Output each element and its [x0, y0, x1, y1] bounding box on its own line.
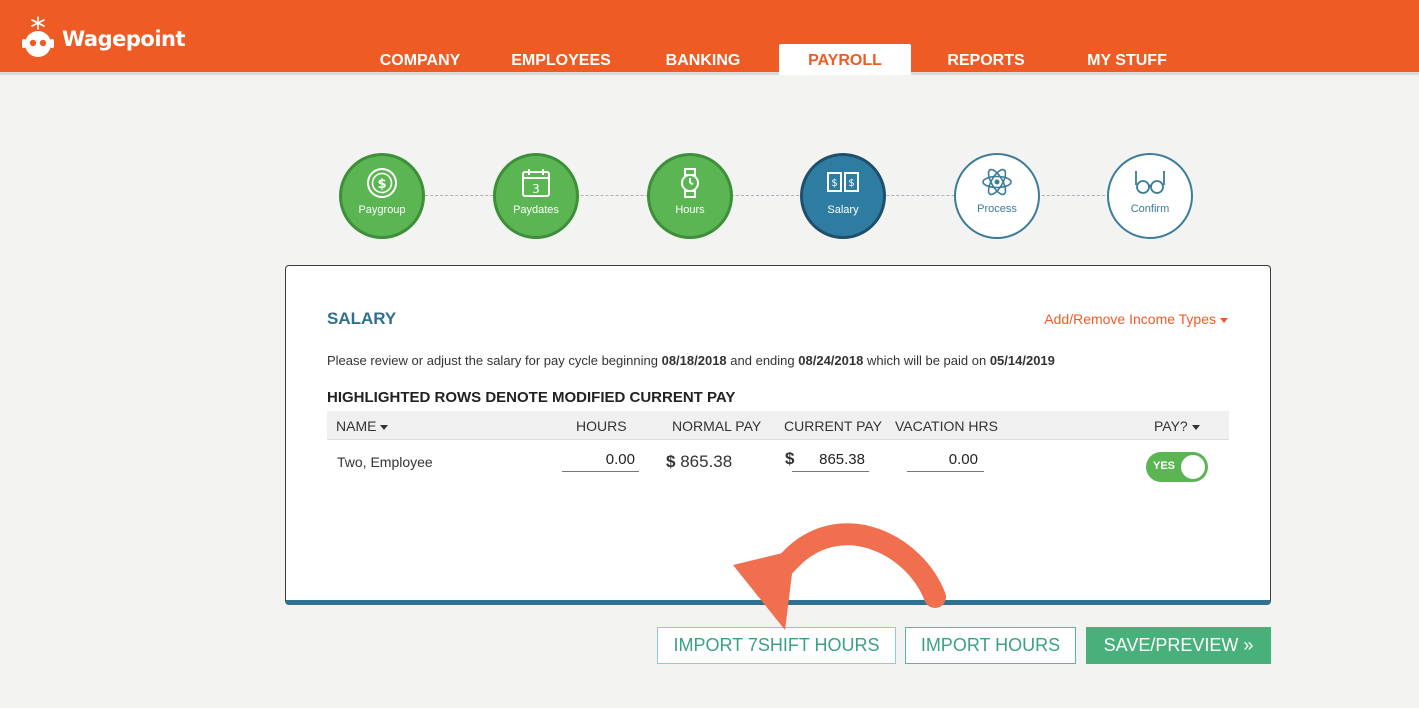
- chevron-down-icon: [1220, 317, 1228, 323]
- toggle-label: YES: [1153, 460, 1176, 472]
- pay-date: 05/14/2019: [989, 353, 1055, 368]
- current-pay-input[interactable]: [792, 448, 869, 472]
- calendar-icon: 3: [519, 166, 553, 200]
- vacation-hrs-input[interactable]: [907, 448, 984, 472]
- col-label: NAME: [336, 418, 377, 434]
- toggle-knob: [1181, 455, 1205, 479]
- table-row: Two, Employee $ 865.38 $ YES: [327, 442, 1229, 484]
- main-nav: COMPANY EMPLOYEES BANKING PAYROLL REPORT…: [0, 0, 1419, 75]
- step-hours[interactable]: Hours: [647, 153, 733, 239]
- col-label: PAY?: [1154, 418, 1188, 434]
- tab-employees[interactable]: EMPLOYEES: [500, 44, 622, 75]
- tab-payroll[interactable]: PAYROLL: [779, 44, 911, 75]
- normal-pay-amount: 865.38: [680, 452, 733, 471]
- import-7shift-hours-button[interactable]: IMPORT 7SHIFT HOURS: [657, 627, 896, 664]
- panel-title: SALARY: [327, 309, 397, 328]
- step-label: Hours: [675, 204, 705, 216]
- col-name-sort[interactable]: NAME: [336, 418, 389, 434]
- tab-my-stuff[interactable]: MY STUFF: [1072, 44, 1182, 75]
- step-paydates[interactable]: 3 Paydates: [493, 153, 579, 239]
- money-bills-icon: $ $: [826, 166, 860, 200]
- cycle-end-date: 08/24/2018: [798, 353, 864, 368]
- top-navigation-bar: Wagepoint COMPANY EMPLOYEES BANKING PAYR…: [0, 0, 1419, 75]
- desc-text: which will be paid on: [866, 353, 987, 368]
- svg-text:$: $: [831, 178, 837, 189]
- desc-text: Please review or adjust the salary for p…: [327, 353, 658, 368]
- step-confirm[interactable]: Confirm: [1107, 153, 1193, 239]
- chevron-down-icon: [1191, 424, 1200, 430]
- chevron-down-icon: [380, 424, 389, 430]
- svg-text:$: $: [848, 178, 854, 189]
- step-process[interactable]: Process: [954, 153, 1040, 239]
- atom-icon: [980, 165, 1014, 199]
- import-hours-button[interactable]: IMPORT HOURS: [905, 627, 1076, 664]
- salary-panel: SALARY Add/Remove Income Types Please re…: [285, 265, 1271, 605]
- step-salary[interactable]: $ $ Salary: [800, 153, 886, 239]
- employee-name: Two, Employee: [337, 454, 433, 470]
- glasses-icon: [1133, 165, 1167, 199]
- col-current-pay: CURRENT PAY: [784, 418, 883, 434]
- hours-input[interactable]: [562, 448, 639, 472]
- pay-cycle-description: Please review or adjust the salary for p…: [327, 353, 1055, 368]
- pay-toggle[interactable]: YES: [1146, 452, 1208, 482]
- normal-pay-value: $ 865.38: [666, 452, 732, 472]
- step-paygroup[interactable]: $ Paygroup: [339, 153, 425, 239]
- currency-symbol: $: [666, 452, 676, 471]
- watch-icon: [673, 166, 707, 200]
- tab-banking[interactable]: BANKING: [650, 44, 756, 75]
- desc-text: and ending: [730, 353, 795, 368]
- col-normal-pay: NORMAL PAY: [672, 418, 762, 434]
- col-vacation-hrs: VACATION HRS: [895, 418, 998, 434]
- table-header: NAME HOURS NORMAL PAY CURRENT PAY VACATI…: [327, 411, 1229, 440]
- step-label: Process: [977, 203, 1017, 215]
- tab-reports[interactable]: REPORTS: [935, 44, 1037, 75]
- tab-company[interactable]: COMPANY: [366, 44, 474, 75]
- table-subtitle: HIGHLIGHTED ROWS DENOTE MODIFIED CURRENT…: [327, 389, 736, 406]
- link-label: Add/Remove Income Types: [1044, 311, 1216, 327]
- cycle-start-date: 08/18/2018: [661, 353, 727, 368]
- step-label: Confirm: [1130, 203, 1170, 215]
- svg-text:3: 3: [532, 182, 540, 196]
- step-label: Paydates: [513, 204, 559, 216]
- step-label: Paygroup: [358, 204, 406, 216]
- col-hours: HOURS: [576, 418, 627, 434]
- save-preview-button[interactable]: SAVE/PREVIEW »: [1086, 627, 1271, 664]
- add-remove-income-types-link[interactable]: Add/Remove Income Types: [1044, 311, 1228, 327]
- col-pay-sort[interactable]: PAY?: [1154, 418, 1200, 434]
- dollar-coin-icon: $: [365, 166, 399, 200]
- svg-text:$: $: [377, 177, 386, 192]
- step-label: Salary: [827, 204, 859, 216]
